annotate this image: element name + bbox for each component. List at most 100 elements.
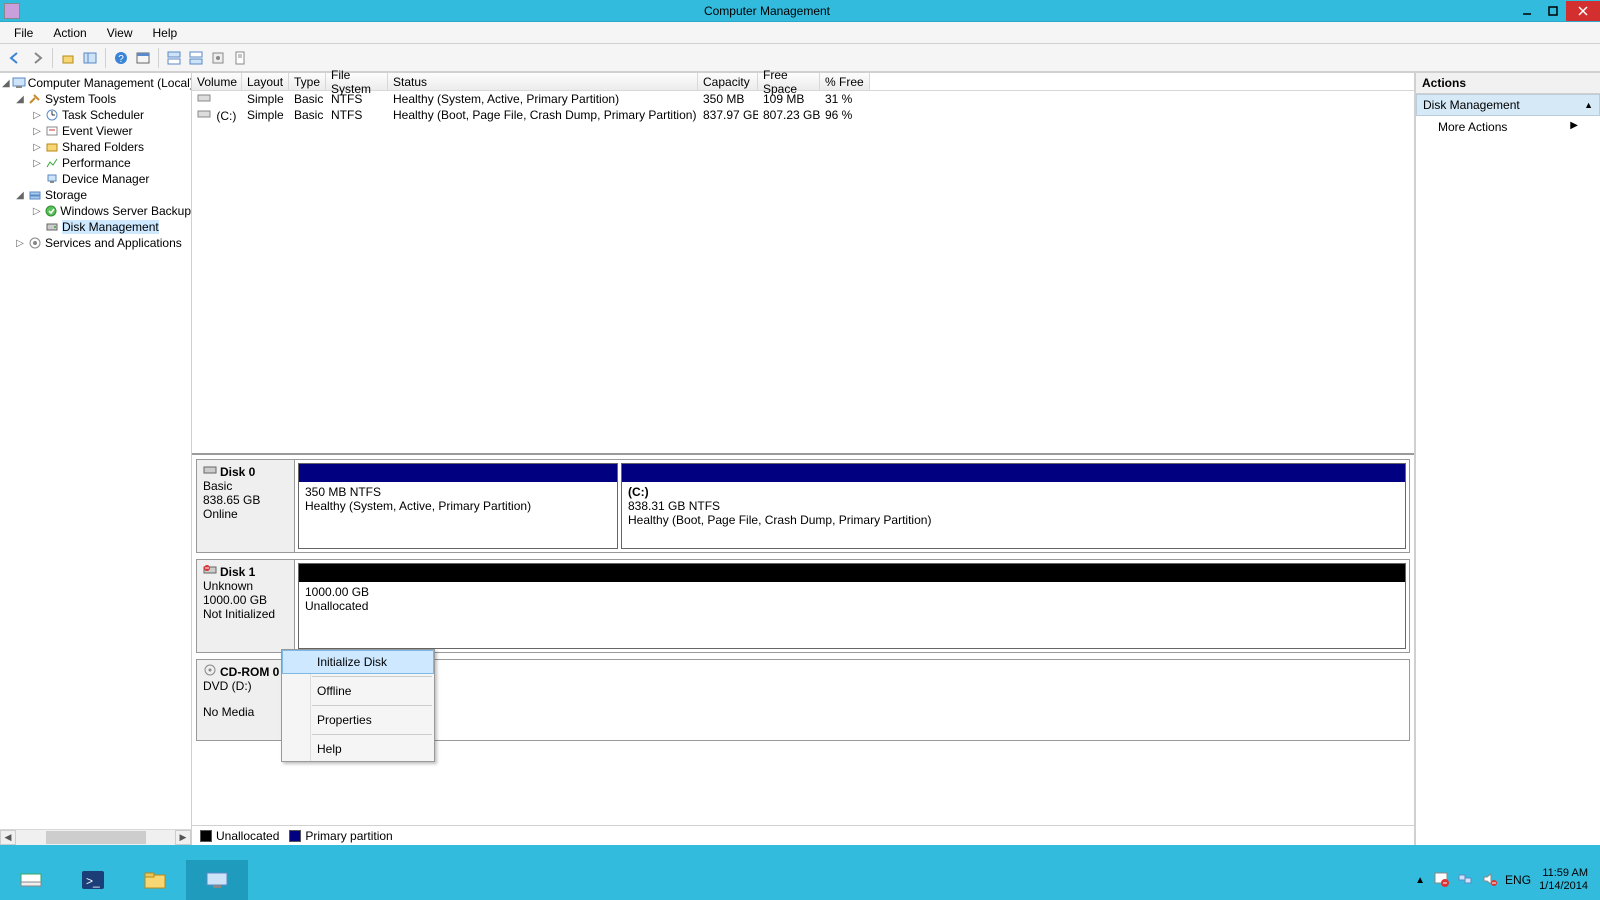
actions-pane: Actions Disk Management ▲ More Actions ▶ — [1415, 73, 1600, 845]
settings-button[interactable] — [209, 49, 227, 67]
taskbar-server-manager[interactable] — [0, 860, 62, 900]
taskbar-powershell[interactable]: >_ — [62, 860, 124, 900]
tree-services-apps[interactable]: ▷ Services and Applications — [0, 235, 191, 251]
col-capacity[interactable]: Capacity — [698, 73, 758, 90]
nav-tree[interactable]: ◢ Computer Management (Local) ◢ System T… — [0, 73, 191, 251]
col-status[interactable]: Status — [388, 73, 698, 90]
tree-device-manager[interactable]: ▷ Device Manager — [0, 171, 191, 187]
disk-name: Disk 0 — [220, 465, 255, 479]
folder-share-icon — [44, 140, 60, 154]
tree-ws-backup[interactable]: ▷ Windows Server Backup — [0, 203, 191, 219]
minimize-button[interactable] — [1514, 1, 1540, 21]
menu-offline[interactable]: Offline — [282, 679, 434, 703]
tree-performance[interactable]: ▷ Performance — [0, 155, 191, 171]
expander-icon[interactable]: ▷ — [32, 158, 42, 169]
tree-label: Disk Management — [62, 220, 159, 234]
scroll-left-button[interactable]: ◀ — [0, 830, 16, 845]
actions-section-label: Disk Management — [1423, 98, 1520, 112]
expander-icon[interactable]: ▷ — [32, 110, 42, 121]
menu-help[interactable]: Help — [143, 23, 188, 43]
volume-row[interactable]: Simple Basic NTFS Healthy (System, Activ… — [192, 91, 1414, 107]
tray-overflow-button[interactable]: ▲ — [1415, 875, 1425, 886]
volume-row[interactable]: (C:) Simple Basic NTFS Healthy (Boot, Pa… — [192, 107, 1414, 123]
partition-status: Healthy (Boot, Page File, Crash Dump, Pr… — [628, 513, 1399, 527]
tree-label: Services and Applications — [45, 236, 182, 250]
menu-separator — [312, 734, 432, 735]
tray-volume-icon[interactable] — [1481, 871, 1497, 890]
menu-file[interactable]: File — [4, 23, 43, 43]
menu-view[interactable]: View — [97, 23, 143, 43]
cell-type: Basic — [289, 92, 326, 106]
expander-icon[interactable]: ◢ — [15, 190, 25, 201]
disk-type: Unknown — [203, 579, 288, 593]
expander-icon[interactable]: ▷ — [32, 126, 42, 137]
col-free[interactable]: Free Space — [758, 73, 820, 90]
tree-shared-folders[interactable]: ▷ Shared Folders — [0, 139, 191, 155]
disk-header[interactable]: Disk 1 Unknown 1000.00 GB Not Initialize… — [197, 560, 295, 652]
scroll-track[interactable] — [16, 830, 175, 845]
tree-h-scrollbar[interactable]: ◀ ▶ — [0, 829, 191, 845]
partition-label: (C:) 838.31 GB NTFS Healthy (Boot, Page … — [622, 482, 1405, 530]
view-bottom-button[interactable] — [187, 49, 205, 67]
expander-icon[interactable]: ▷ — [15, 238, 25, 249]
cell-type: Basic — [289, 108, 326, 122]
collapse-icon[interactable]: ▲ — [1584, 100, 1593, 110]
tray-language[interactable]: ENG — [1505, 873, 1531, 887]
col-layout[interactable]: Layout — [242, 73, 289, 90]
col-volume[interactable]: Volume — [192, 73, 242, 90]
menu-properties[interactable]: Properties — [282, 708, 434, 732]
maximize-button[interactable] — [1540, 1, 1566, 21]
disk-header[interactable]: Disk 0 Basic 838.65 GB Online — [197, 460, 295, 552]
back-button[interactable] — [6, 49, 24, 67]
forward-button[interactable] — [28, 49, 46, 67]
partition-system[interactable]: 350 MB NTFS Healthy (System, Active, Pri… — [298, 463, 618, 549]
actions-section-disk-management[interactable]: Disk Management ▲ — [1416, 94, 1600, 116]
tree-disk-management[interactable]: ▷ Disk Management — [0, 219, 191, 235]
up-button[interactable] — [59, 49, 77, 67]
disk-row-disk0[interactable]: Disk 0 Basic 838.65 GB Online 350 MB NTF… — [196, 459, 1410, 553]
col-type[interactable]: Type — [289, 73, 326, 90]
menu-initialize-disk[interactable]: Initialize Disk — [282, 650, 434, 674]
taskbar-explorer[interactable] — [124, 860, 186, 900]
tree-storage[interactable]: ◢ Storage — [0, 187, 191, 203]
window-controls — [1514, 1, 1600, 21]
expander-icon[interactable]: ▷ — [32, 142, 42, 153]
menu-help[interactable]: Help — [282, 737, 434, 761]
disk-row-disk1[interactable]: Disk 1 Unknown 1000.00 GB Not Initialize… — [196, 559, 1410, 653]
tree-root[interactable]: ◢ Computer Management (Local) — [0, 75, 191, 91]
expander-icon[interactable]: ◢ — [15, 94, 25, 105]
close-button[interactable] — [1566, 1, 1600, 21]
refresh-button[interactable] — [134, 49, 152, 67]
tree-event-viewer[interactable]: ▷ Event Viewer — [0, 123, 191, 139]
actions-more-actions[interactable]: More Actions ▶ — [1416, 116, 1600, 138]
scroll-thumb[interactable] — [46, 831, 146, 844]
col-filesystem[interactable]: File System — [326, 73, 388, 90]
expander-icon[interactable]: ▷ — [32, 206, 41, 217]
taskbar-computer-management[interactable] — [186, 860, 248, 900]
col-pfree[interactable]: % Free — [820, 73, 870, 90]
partition-unallocated[interactable]: 1000.00 GB Unallocated — [298, 563, 1406, 649]
tray-flag-icon[interactable] — [1433, 871, 1449, 890]
partition-name: (C:) — [628, 485, 1399, 499]
tray-clock[interactable]: 11:59 AM 1/14/2014 — [1539, 867, 1594, 893]
tree-label: Storage — [45, 188, 87, 202]
perf-icon — [44, 156, 60, 170]
clock-icon — [44, 108, 60, 122]
partition-size: 838.31 GB NTFS — [628, 499, 1399, 513]
backup-icon — [43, 204, 58, 218]
scroll-right-button[interactable]: ▶ — [175, 830, 191, 845]
show-hide-tree-button[interactable] — [81, 49, 99, 67]
tree-label: Performance — [62, 156, 131, 170]
tray-network-icon[interactable] — [1457, 871, 1473, 890]
view-top-button[interactable] — [165, 49, 183, 67]
tree-task-scheduler[interactable]: ▷ Task Scheduler — [0, 107, 191, 123]
menu-action[interactable]: Action — [43, 23, 96, 43]
properties-button[interactable] — [231, 49, 249, 67]
tree-system-tools[interactable]: ◢ System Tools — [0, 91, 191, 107]
help-button[interactable]: ? — [112, 49, 130, 67]
partition-c[interactable]: (C:) 838.31 GB NTFS Healthy (Boot, Page … — [621, 463, 1406, 549]
disk-body: 1000.00 GB Unallocated — [295, 560, 1409, 652]
expander-icon[interactable]: ◢ — [2, 78, 10, 89]
tree-label: Windows Server Backup — [60, 204, 191, 218]
cell-layout: Simple — [242, 108, 289, 122]
